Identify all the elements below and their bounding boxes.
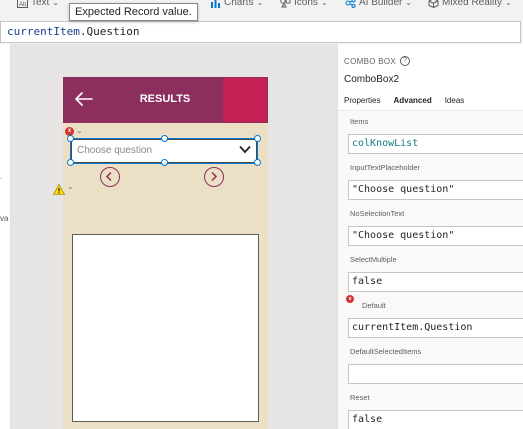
next-button[interactable] (204, 167, 224, 187)
ribbon-ai-builder-label: AI Builder (359, 0, 403, 8)
prop-value-input-text-placeholder[interactable]: "Choose question" (348, 180, 523, 200)
resize-handle[interactable] (67, 135, 74, 142)
chevron-down-icon: ⌄ (320, 0, 328, 7)
prop-value-reset[interactable]: false (348, 410, 523, 429)
prop-label-no-selection-text: NoSelectionText (350, 209, 405, 218)
panel-tabs: Properties Advanced Ideas (344, 96, 477, 113)
chevron-right-icon (211, 171, 218, 182)
error-tooltip: Expected Record value. (69, 3, 198, 21)
chevron-down-icon[interactable]: ⌄ (76, 126, 83, 135)
ribbon-icons-button[interactable]: Icons ⌄ (280, 0, 328, 8)
resize-handle[interactable] (161, 159, 168, 166)
gallery-container[interactable] (72, 234, 259, 422)
mixed-reality-icon (428, 0, 439, 8)
chevron-down-icon: ⌄ (505, 0, 512, 7)
header-image-placeholder[interactable] (223, 78, 267, 122)
svg-text:Ab: Ab (19, 2, 27, 8)
error-icon[interactable]: x (346, 295, 354, 303)
ribbon-ai-builder-button[interactable]: AI Builder ⌄ (345, 0, 412, 8)
ribbon-charts-label: Charts (224, 0, 254, 8)
chevron-left-icon (105, 171, 112, 182)
ribbon-mixed-reality-label: Mixed Reality (442, 0, 503, 8)
chevron-down-icon[interactable]: ⌄ (67, 182, 74, 191)
strip-mark-dot: . (0, 172, 3, 181)
formula-object: currentItem (7, 25, 80, 38)
tab-properties[interactable]: Properties (344, 96, 380, 110)
tree-view-strip[interactable]: . va (0, 44, 11, 429)
prop-label-default-selected-items: DefaultSelectedItems (350, 347, 422, 356)
resize-handle[interactable] (254, 159, 261, 166)
ribbon-text-button[interactable]: Ab Text ⌄ (17, 0, 59, 8)
chevron-down-icon: ⌄ (256, 0, 264, 7)
back-arrow-icon[interactable] (75, 92, 93, 106)
warning-icon[interactable] (53, 184, 65, 195)
prop-value-default[interactable]: currentItem.Question (348, 318, 523, 338)
resize-handle[interactable] (67, 159, 74, 166)
chevron-down-icon[interactable] (239, 145, 251, 154)
tab-ideas[interactable]: Ideas (445, 96, 465, 110)
control-type: COMBO BOX ? (344, 56, 411, 66)
ai-builder-icon (345, 0, 356, 8)
prop-label-select-multiple: SelectMultiple (350, 255, 397, 264)
ribbon-charts-button[interactable]: Charts ⌄ (210, 0, 263, 8)
tab-advanced[interactable]: Advanced (393, 96, 432, 113)
formula-bar[interactable]: currentItem.Question (0, 21, 521, 43)
icons-icon (280, 0, 291, 8)
control-type-label: COMBO BOX (344, 56, 397, 66)
combo-box-selection[interactable]: Choose question (67, 135, 261, 166)
prop-value-select-multiple[interactable]: false (348, 272, 523, 292)
text-icon: Ab (17, 0, 28, 8)
resize-handle[interactable] (254, 135, 261, 142)
control-name[interactable]: ComboBox2 (344, 74, 399, 85)
charts-icon (210, 0, 221, 8)
prop-label-reset: Reset (350, 393, 370, 402)
app-screen[interactable]: RESULTS x ⌄ Choose question ⌄ (53, 77, 268, 429)
prop-value-no-selection-text[interactable]: "Choose question" (348, 226, 523, 246)
formula-property: Question (86, 25, 140, 38)
prop-label-items: Items (350, 117, 369, 126)
prop-value-items[interactable]: colKnowList (348, 134, 523, 154)
prop-value-default-selected-items[interactable] (348, 364, 523, 384)
previous-button[interactable] (100, 167, 120, 187)
ribbon-icons-label: Icons (294, 0, 318, 8)
help-icon[interactable]: ? (400, 56, 411, 66)
screen-header: RESULTS (63, 77, 268, 123)
ribbon-text-label: Text (31, 0, 50, 8)
ribbon-mixed-reality-button[interactable]: Mixed Reality ⌄ (428, 0, 512, 8)
prop-label-input-text-placeholder: InputTextPlaceholder (350, 163, 421, 172)
chevron-down-icon: ⌄ (405, 0, 413, 7)
advanced-properties-list[interactable]: Items colKnowList InputTextPlaceholder "… (338, 111, 523, 429)
prop-label-default: Default (362, 301, 386, 310)
screen-title: RESULTS (139, 93, 191, 105)
strip-mark-text: va (0, 214, 9, 223)
chevron-down-icon: ⌄ (52, 0, 60, 7)
resize-handle[interactable] (161, 135, 168, 142)
properties-panel: COMBO BOX ? ComboBox2 Properties Advance… (337, 44, 523, 429)
